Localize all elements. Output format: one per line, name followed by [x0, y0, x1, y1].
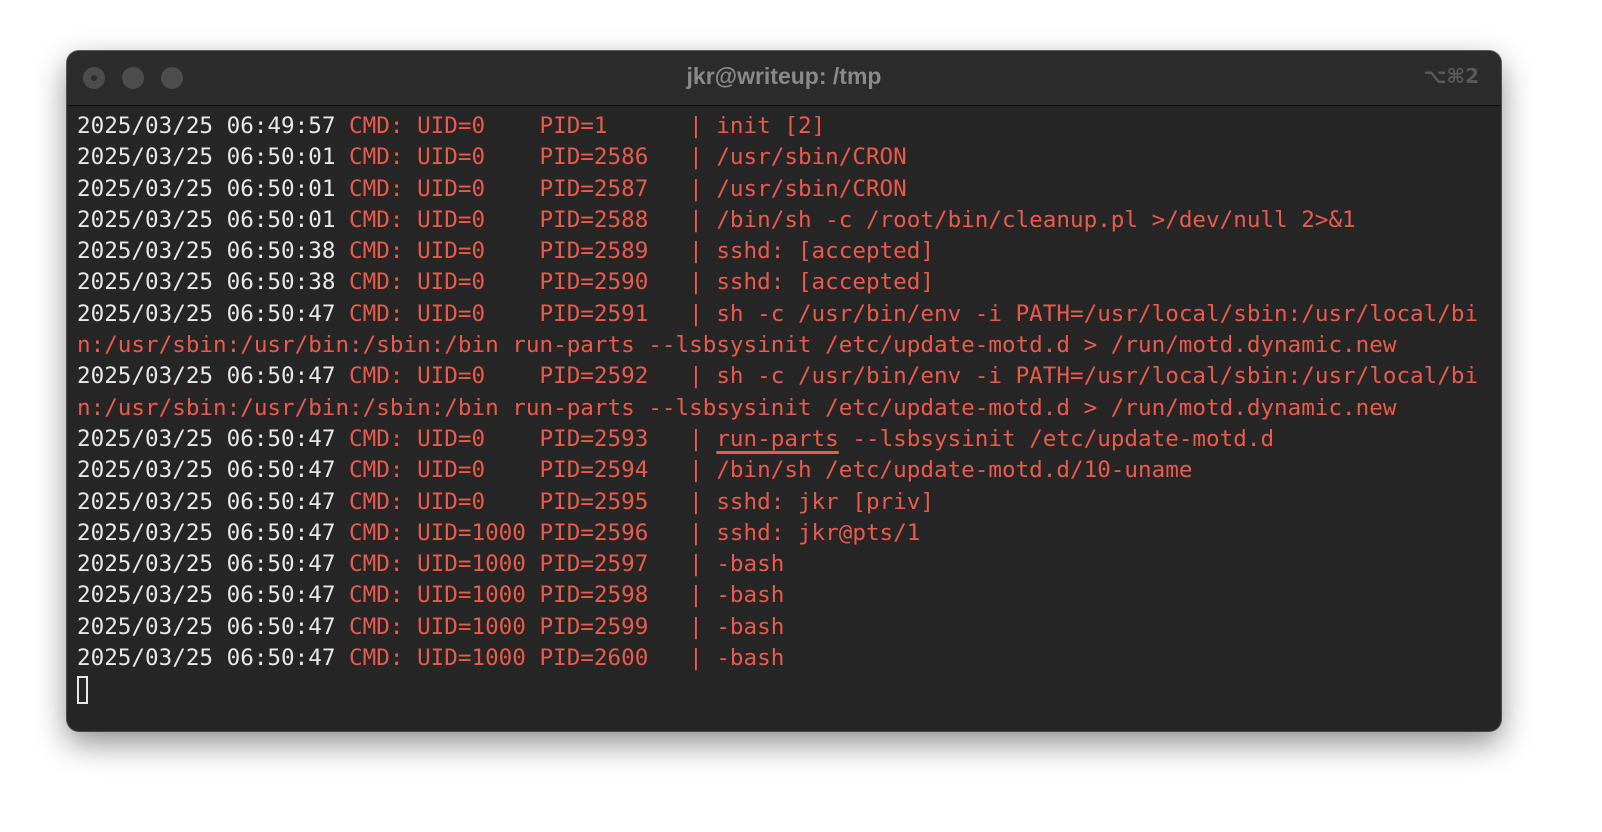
log-timestamp: 2025/03/25 06:49:57	[77, 113, 336, 139]
log-timestamp: 2025/03/25 06:50:47	[77, 363, 336, 390]
log-command: n:/usr/sbin:/usr/bin:/sbin:/bin run-part…	[77, 394, 1397, 421]
log-command: n:/usr/sbin:/usr/bin:/sbin:/bin run-part…	[77, 332, 1397, 359]
terminal-line: 2025/03/25 06:50:47 CMD: UID=0 PID=2595 …	[77, 487, 1497, 518]
log-timestamp: 2025/03/25 06:50:38	[77, 269, 336, 296]
log-timestamp: 2025/03/25 06:50:01	[77, 206, 336, 233]
log-command: CMD: UID=0 PID=2589 | sshd: [accepted]	[335, 238, 934, 265]
log-command-rest: --lsbsysinit /etc/update-motd.d	[838, 425, 1275, 452]
log-timestamp: 2025/03/25 06:50:47	[77, 645, 336, 672]
log-timestamp: 2025/03/25 06:50:47	[77, 551, 336, 578]
log-timestamp: 2025/03/25 06:50:47	[77, 519, 336, 546]
log-command: CMD: UID=1000 PID=2598 | -bash	[335, 582, 785, 609]
terminal-line: 2025/03/25 06:50:47 CMD: UID=0 PID=2592 …	[77, 361, 1497, 392]
terminal-line: 2025/03/25 06:49:57 CMD: UID=0 PID=1 | i…	[77, 111, 1497, 142]
log-command: CMD: UID=0 PID=2591 | sh -c /usr/bin/env…	[335, 300, 1479, 327]
terminal-line: 2025/03/25 06:50:47 CMD: UID=1000 PID=25…	[77, 549, 1497, 580]
terminal-line: 2025/03/25 06:50:01 CMD: UID=0 PID=2587 …	[77, 174, 1497, 205]
log-timestamp: 2025/03/25 06:50:47	[77, 488, 336, 515]
log-command: CMD: UID=1000 PID=2600 | -bash	[335, 645, 785, 672]
log-timestamp: 2025/03/25 06:50:47	[77, 457, 336, 484]
terminal-line: 2025/03/25 06:50:38 CMD: UID=0 PID=2589 …	[77, 236, 1497, 267]
log-timestamp: 2025/03/25 06:50:47	[77, 613, 336, 640]
log-command: CMD: UID=0 PID=2593 |	[335, 425, 717, 452]
window-shortcut: ⌥⌘2	[1423, 64, 1479, 88]
log-command: CMD: UID=1000 PID=2596 | sshd: jkr@pts/1	[335, 519, 921, 546]
terminal-line: 2025/03/25 06:50:01 CMD: UID=0 PID=2588 …	[77, 205, 1497, 236]
terminal-line: 2025/03/25 06:50:47 CMD: UID=1000 PID=25…	[77, 580, 1497, 611]
log-timestamp: 2025/03/25 06:50:47	[77, 300, 336, 327]
cursor	[77, 676, 88, 705]
log-command: CMD: UID=0 PID=2592 | sh -c /usr/bin/env…	[335, 363, 1479, 390]
title-bar[interactable]: jkr@writeup: /tmp ⌥⌘2	[67, 51, 1501, 106]
log-command: CMD: UID=0 PID=1 | init [2]	[335, 113, 826, 139]
terminal-output[interactable]: 2025/03/25 06:49:57 CMD: UID=0 PID=1 | i…	[77, 111, 1497, 706]
terminal-line: 2025/03/25 06:50:01 CMD: UID=0 PID=2586 …	[77, 142, 1497, 173]
log-command: CMD: UID=0 PID=2590 | sshd: [accepted]	[335, 269, 934, 296]
terminal-window[interactable]: jkr@writeup: /tmp ⌥⌘2 2025/03/25 06:49:5…	[67, 51, 1501, 731]
underlined-link[interactable]: run-parts	[716, 426, 838, 452]
terminal-line: 2025/03/25 06:50:47 CMD: UID=0 PID=2594 …	[77, 455, 1497, 486]
log-timestamp: 2025/03/25 06:50:38	[77, 238, 336, 265]
log-command: CMD: UID=0 PID=2586 | /usr/sbin/CRON	[335, 144, 907, 171]
terminal-line: 2025/03/25 06:50:47 CMD: UID=1000 PID=25…	[77, 518, 1497, 549]
log-timestamp: 2025/03/25 06:50:01	[77, 144, 336, 171]
terminal-line: 2025/03/25 06:50:47 CMD: UID=1000 PID=26…	[77, 643, 1497, 674]
log-command: CMD: UID=1000 PID=2599 | -bash	[335, 613, 785, 640]
log-command: CMD: UID=0 PID=2595 | sshd: jkr [priv]	[335, 488, 934, 515]
terminal-line: 2025/03/25 06:50:38 CMD: UID=0 PID=2590 …	[77, 267, 1497, 298]
log-command: CMD: UID=0 PID=2587 | /usr/sbin/CRON	[335, 175, 907, 202]
window-title: jkr@writeup: /tmp	[686, 63, 882, 89]
terminal-line: 2025/03/25 06:50:47 CMD: UID=0 PID=2593 …	[77, 424, 1497, 455]
terminal-line: 2025/03/25 06:50:47 CMD: UID=1000 PID=25…	[77, 612, 1497, 643]
terminal-line: n:/usr/sbin:/usr/bin:/sbin:/bin run-part…	[77, 393, 1497, 424]
log-timestamp: 2025/03/25 06:50:47	[77, 425, 336, 452]
log-command: CMD: UID=1000 PID=2597 | -bash	[335, 551, 785, 578]
prompt-line[interactable]	[77, 674, 1497, 705]
log-command: CMD: UID=0 PID=2588 | /bin/sh -c /root/b…	[335, 206, 1356, 233]
log-timestamp: 2025/03/25 06:50:47	[77, 582, 336, 609]
terminal-line: 2025/03/25 06:50:47 CMD: UID=0 PID=2591 …	[77, 299, 1497, 330]
log-timestamp: 2025/03/25 06:50:01	[77, 175, 336, 202]
terminal-line: n:/usr/sbin:/usr/bin:/sbin:/bin run-part…	[77, 330, 1497, 361]
log-command: CMD: UID=0 PID=2594 | /bin/sh /etc/updat…	[335, 457, 1193, 484]
